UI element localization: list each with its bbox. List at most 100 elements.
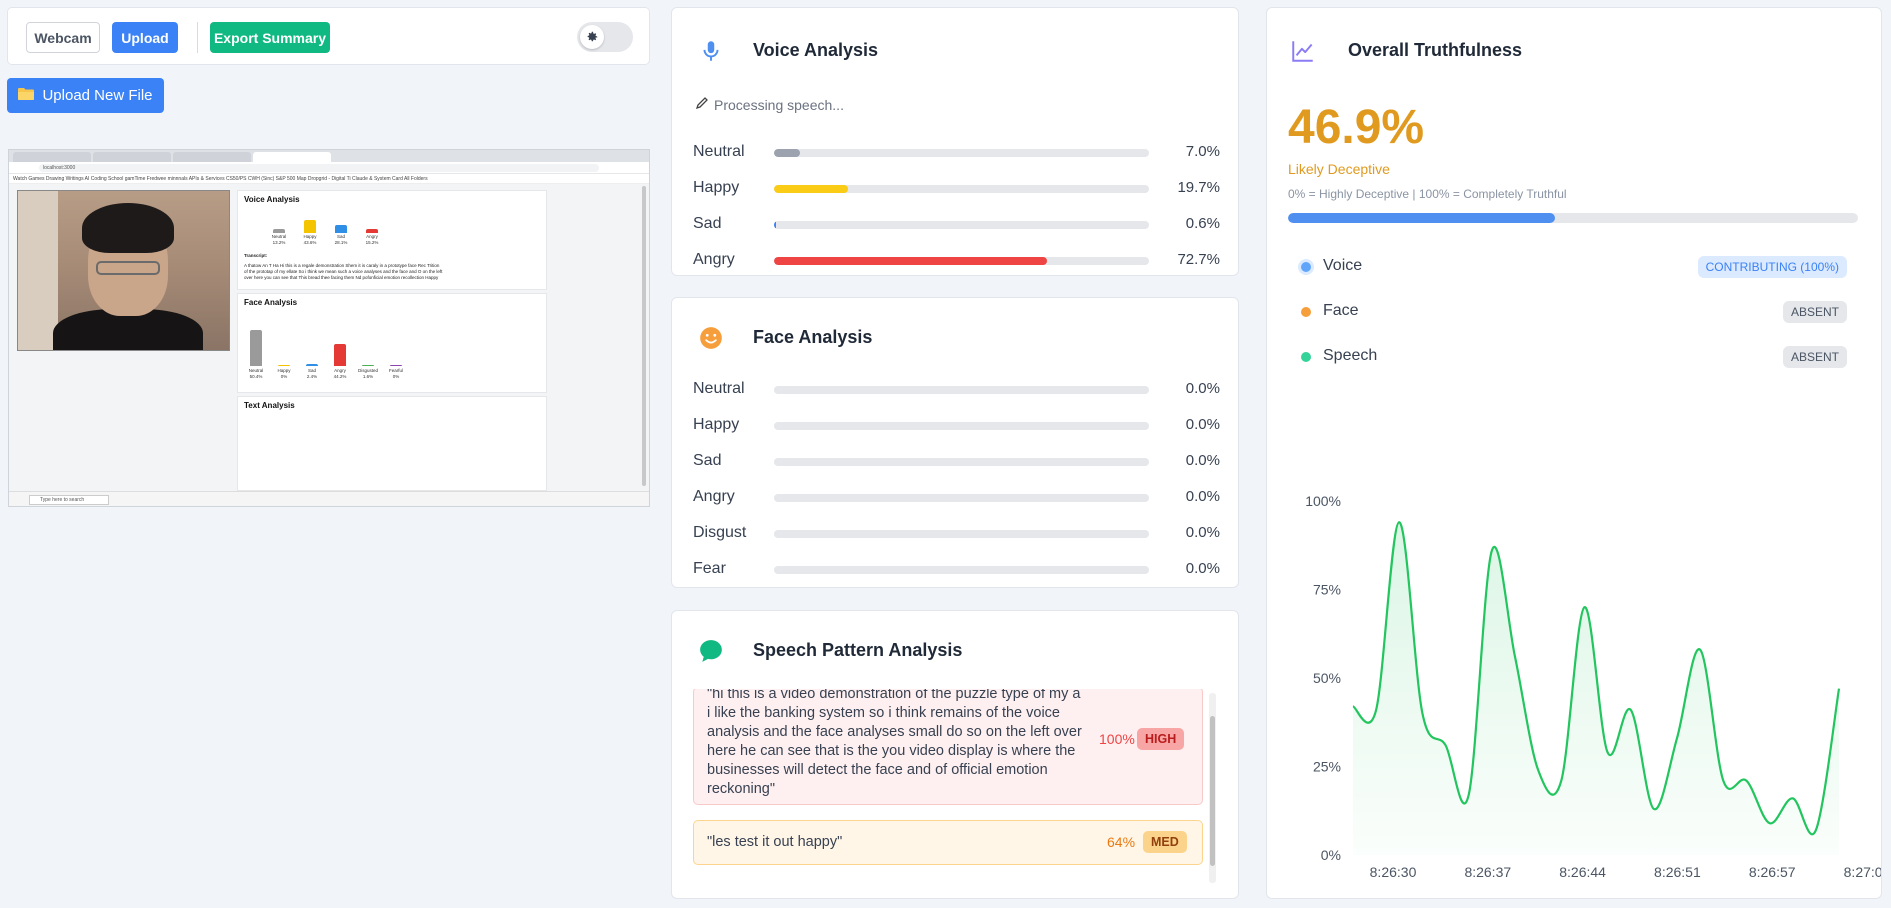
- truthfulness-timeline-svg: 0% 25% 50% 75% 100% 8:26:30 8:26:37 8:26:44 8:26…: [1305, 493, 1882, 880]
- voice-emotion-bar: [774, 149, 1149, 157]
- source-dot: [1301, 307, 1311, 317]
- speech-pattern-quote: "les test it out happy": [707, 834, 843, 850]
- preview-voice-bar: [273, 229, 285, 233]
- overall-truthfulness-panel: Overall Truthfulness 46.9% Likely Decept…: [1266, 7, 1882, 899]
- face-emotion-label: Fear: [693, 560, 726, 577]
- gear-icon: [580, 25, 604, 49]
- severity-badge-high: HIGH: [1137, 728, 1185, 750]
- source-row-speech: Speech ABSENT: [1288, 345, 1847, 369]
- upload-button[interactable]: Upload: [112, 22, 178, 53]
- voice-emotion-bar: [774, 185, 1149, 193]
- preview-text-title: Text Analysis: [244, 401, 295, 410]
- theme-toggle[interactable]: [577, 22, 633, 52]
- speech-pattern-item[interactable]: "les test it out happy" 64% MED: [693, 820, 1203, 865]
- face-emotion-value: 0.0%: [1185, 452, 1220, 469]
- y-tick-label: 0%: [1321, 847, 1341, 863]
- truthfulness-progress-bar: [1288, 213, 1858, 223]
- preview-voice-bar-value: 28.1%: [334, 240, 348, 245]
- face-emotion-value: 0.0%: [1185, 380, 1220, 397]
- face-emotion-bar: [774, 422, 1149, 430]
- preview-voice-bar-value: 13.2%: [272, 240, 286, 245]
- preview-voice-bar-value: 15.2%: [365, 240, 379, 245]
- speech-pattern-percent: 100%: [1099, 731, 1135, 747]
- truthfulness-timeline-chart: 0% 25% 50% 75% 100% 8:26:30 8:26:37 8:26:44 8:26…: [1267, 478, 1882, 888]
- face-emotion-row: Neutral 0.0%: [693, 379, 1223, 399]
- truthfulness-progress-fill: [1288, 213, 1556, 223]
- speech-pattern-title: Speech Pattern Analysis: [753, 640, 963, 660]
- y-tick-label: 75%: [1313, 582, 1341, 598]
- source-dot: [1301, 262, 1311, 272]
- voice-emotion-bar-fill: [774, 221, 777, 229]
- voice-emotion-label: Angry: [693, 251, 735, 268]
- source-label: Voice: [1323, 257, 1363, 274]
- voice-emotion-label: Sad: [693, 215, 722, 232]
- face-analysis-panel: Face Analysis Neutral 0.0% Happy 0.0% Sad 0.0…: [671, 297, 1239, 588]
- face-emotion-bar: [774, 386, 1149, 394]
- preview-face-bar: [362, 364, 374, 366]
- preview-address-bar: localhost:3000: [9, 162, 649, 174]
- voice-emotion-bar-fill: [774, 149, 801, 157]
- x-tick-label: 8:26:51: [1654, 864, 1701, 880]
- preview-voice-bar-label: Neutral: [271, 234, 287, 239]
- preview-voice-title: Voice Analysis: [244, 195, 300, 204]
- video-preview[interactable]: localhost:3000 Watch Games Drawing Writi…: [8, 149, 650, 507]
- upload-new-file-button[interactable]: Upload New File: [7, 78, 164, 113]
- face-emotion-label: Happy: [693, 416, 740, 433]
- voice-emotion-bar-fill: [774, 257, 1047, 265]
- preview-browser-tabs: [9, 150, 649, 162]
- speech-pattern-item[interactable]: "hi this is a video demonstration of the…: [693, 689, 1203, 805]
- voice-status: Processing speech...: [695, 96, 844, 113]
- speech-pattern-panel: Speech Pattern Analysis "hi this is a vi…: [671, 610, 1239, 899]
- preview-address: localhost:3000: [39, 164, 599, 172]
- x-tick-label: 8:26:30: [1370, 864, 1417, 880]
- voice-analysis-title: Voice Analysis: [753, 40, 879, 60]
- export-summary-button[interactable]: Export Summary: [210, 22, 330, 53]
- preview-face-bar-value: 1.6%: [362, 374, 374, 379]
- chat-bubble-icon: [698, 638, 724, 664]
- face-emotion-label: Neutral: [693, 380, 745, 397]
- face-emotion-bar: [774, 530, 1149, 538]
- preview-face-bar: [334, 344, 346, 366]
- severity-badge-med: MED: [1143, 831, 1187, 853]
- preview-face-bar-value: 44.2%: [333, 374, 347, 379]
- face-emotion-row: Fear 0.0%: [693, 559, 1223, 579]
- preview-face-bar-value: 0%: [392, 374, 400, 379]
- y-tick-label: 25%: [1313, 759, 1341, 775]
- preview-tab: [13, 152, 91, 162]
- voice-emotion-value: 72.7%: [1177, 251, 1220, 268]
- preview-face-bar-value: 2.4%: [306, 374, 318, 379]
- x-tick-label: 8:26:57: [1749, 864, 1796, 880]
- x-tick-label: 8:27:02: [1844, 864, 1882, 880]
- voice-emotion-value: 19.7%: [1177, 179, 1220, 196]
- upload-new-file-label: Upload New File: [42, 87, 153, 104]
- preview-text-card: Text Analysis: [237, 396, 547, 491]
- face-emotion-value: 0.0%: [1185, 560, 1220, 577]
- speech-pattern-list[interactable]: "hi this is a video demonstration of the…: [693, 689, 1213, 887]
- speech-pattern-scrollbar-thumb[interactable]: [1210, 716, 1215, 866]
- source-label: Speech: [1323, 347, 1378, 364]
- voice-emotion-row: Angry 72.7%: [693, 250, 1223, 270]
- preview-face-bar-label: Disgusted: [357, 368, 378, 373]
- preview-face-bar-label: Happy: [277, 368, 291, 373]
- preview-face-bar: [390, 365, 402, 366]
- preview-face-card: Face Analysis Neutral 50.4% Happy 0% Sad 2.4%…: [237, 293, 547, 393]
- face-emotion-value: 0.0%: [1185, 524, 1220, 541]
- webcam-button[interactable]: Webcam: [26, 22, 100, 53]
- trend-chart-icon: [1290, 38, 1316, 64]
- smiley-face-icon: [698, 325, 724, 351]
- preview-face-bar-label: Angry: [334, 368, 346, 373]
- preview-voice-bar: [335, 224, 347, 233]
- face-emotion-value: 0.0%: [1185, 416, 1220, 433]
- truthfulness-area: [1353, 522, 1839, 855]
- webcam-frame: [17, 190, 230, 351]
- voice-emotion-label: Neutral: [693, 143, 745, 160]
- face-emotion-bar: [774, 566, 1149, 574]
- source-dot: [1301, 352, 1311, 362]
- truthfulness-score: 46.9%: [1288, 101, 1425, 154]
- preview-voice-bar-label: Angry: [366, 234, 378, 239]
- source-status-badge: CONTRIBUTING (100%): [1697, 256, 1847, 278]
- toolbar-divider: [197, 22, 198, 53]
- x-tick-label: 8:26:37: [1464, 864, 1511, 880]
- speech-pattern-percent: 64%: [1107, 834, 1136, 850]
- voice-emotion-row: Neutral 7.0%: [693, 142, 1223, 162]
